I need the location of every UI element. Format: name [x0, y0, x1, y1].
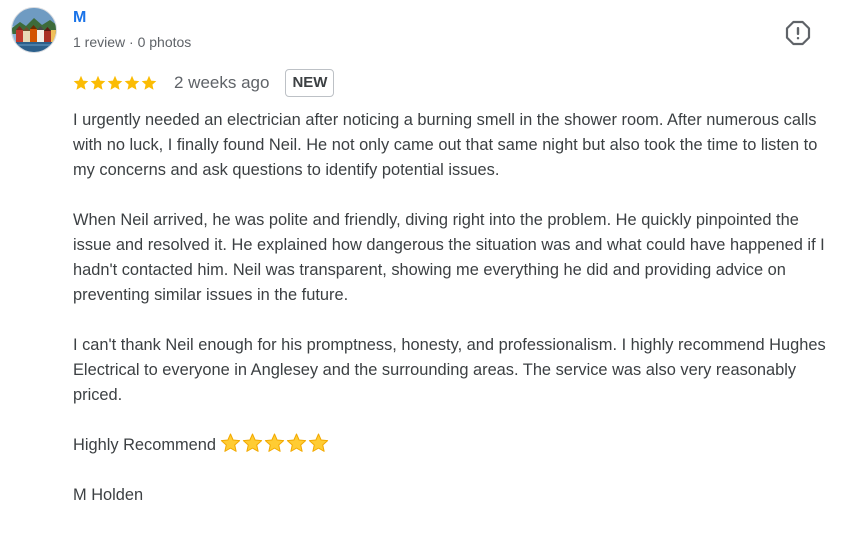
review-signature: M Holden [73, 486, 144, 504]
star-emoji-icon [264, 433, 285, 452]
star-emoji-icon [220, 433, 241, 452]
review-text: I urgently needed an electrician after n… [73, 108, 838, 533]
avatar-image [12, 8, 56, 52]
new-badge: NEW [285, 69, 335, 97]
star-icon [141, 75, 157, 90]
report-icon[interactable] [785, 20, 811, 46]
review-closing-line: Highly Recommend [73, 433, 838, 458]
star-emoji-group [220, 433, 329, 453]
author-meta: 1 review · 0 photos [73, 34, 192, 50]
star-emoji-icon [286, 433, 307, 452]
rating-row: 2 weeks ago NEW [73, 69, 335, 97]
star-rating [73, 75, 157, 91]
star-icon [90, 75, 106, 90]
avatar[interactable] [11, 7, 57, 53]
star-icon [107, 75, 123, 90]
star-icon [124, 75, 140, 90]
author-name[interactable]: M [73, 9, 86, 27]
review-paragraph: I urgently needed an electrician after n… [73, 111, 818, 179]
review-paragraph: I can't thank Neil enough for his prompt… [73, 336, 826, 404]
star-emoji-icon [308, 433, 329, 452]
star-icon [73, 75, 89, 90]
review-time: 2 weeks ago [174, 73, 270, 92]
review-closing: Highly Recommend [73, 436, 217, 454]
review-paragraph: When Neil arrived, he was polite and fri… [73, 211, 825, 304]
star-emoji-icon [242, 433, 263, 452]
